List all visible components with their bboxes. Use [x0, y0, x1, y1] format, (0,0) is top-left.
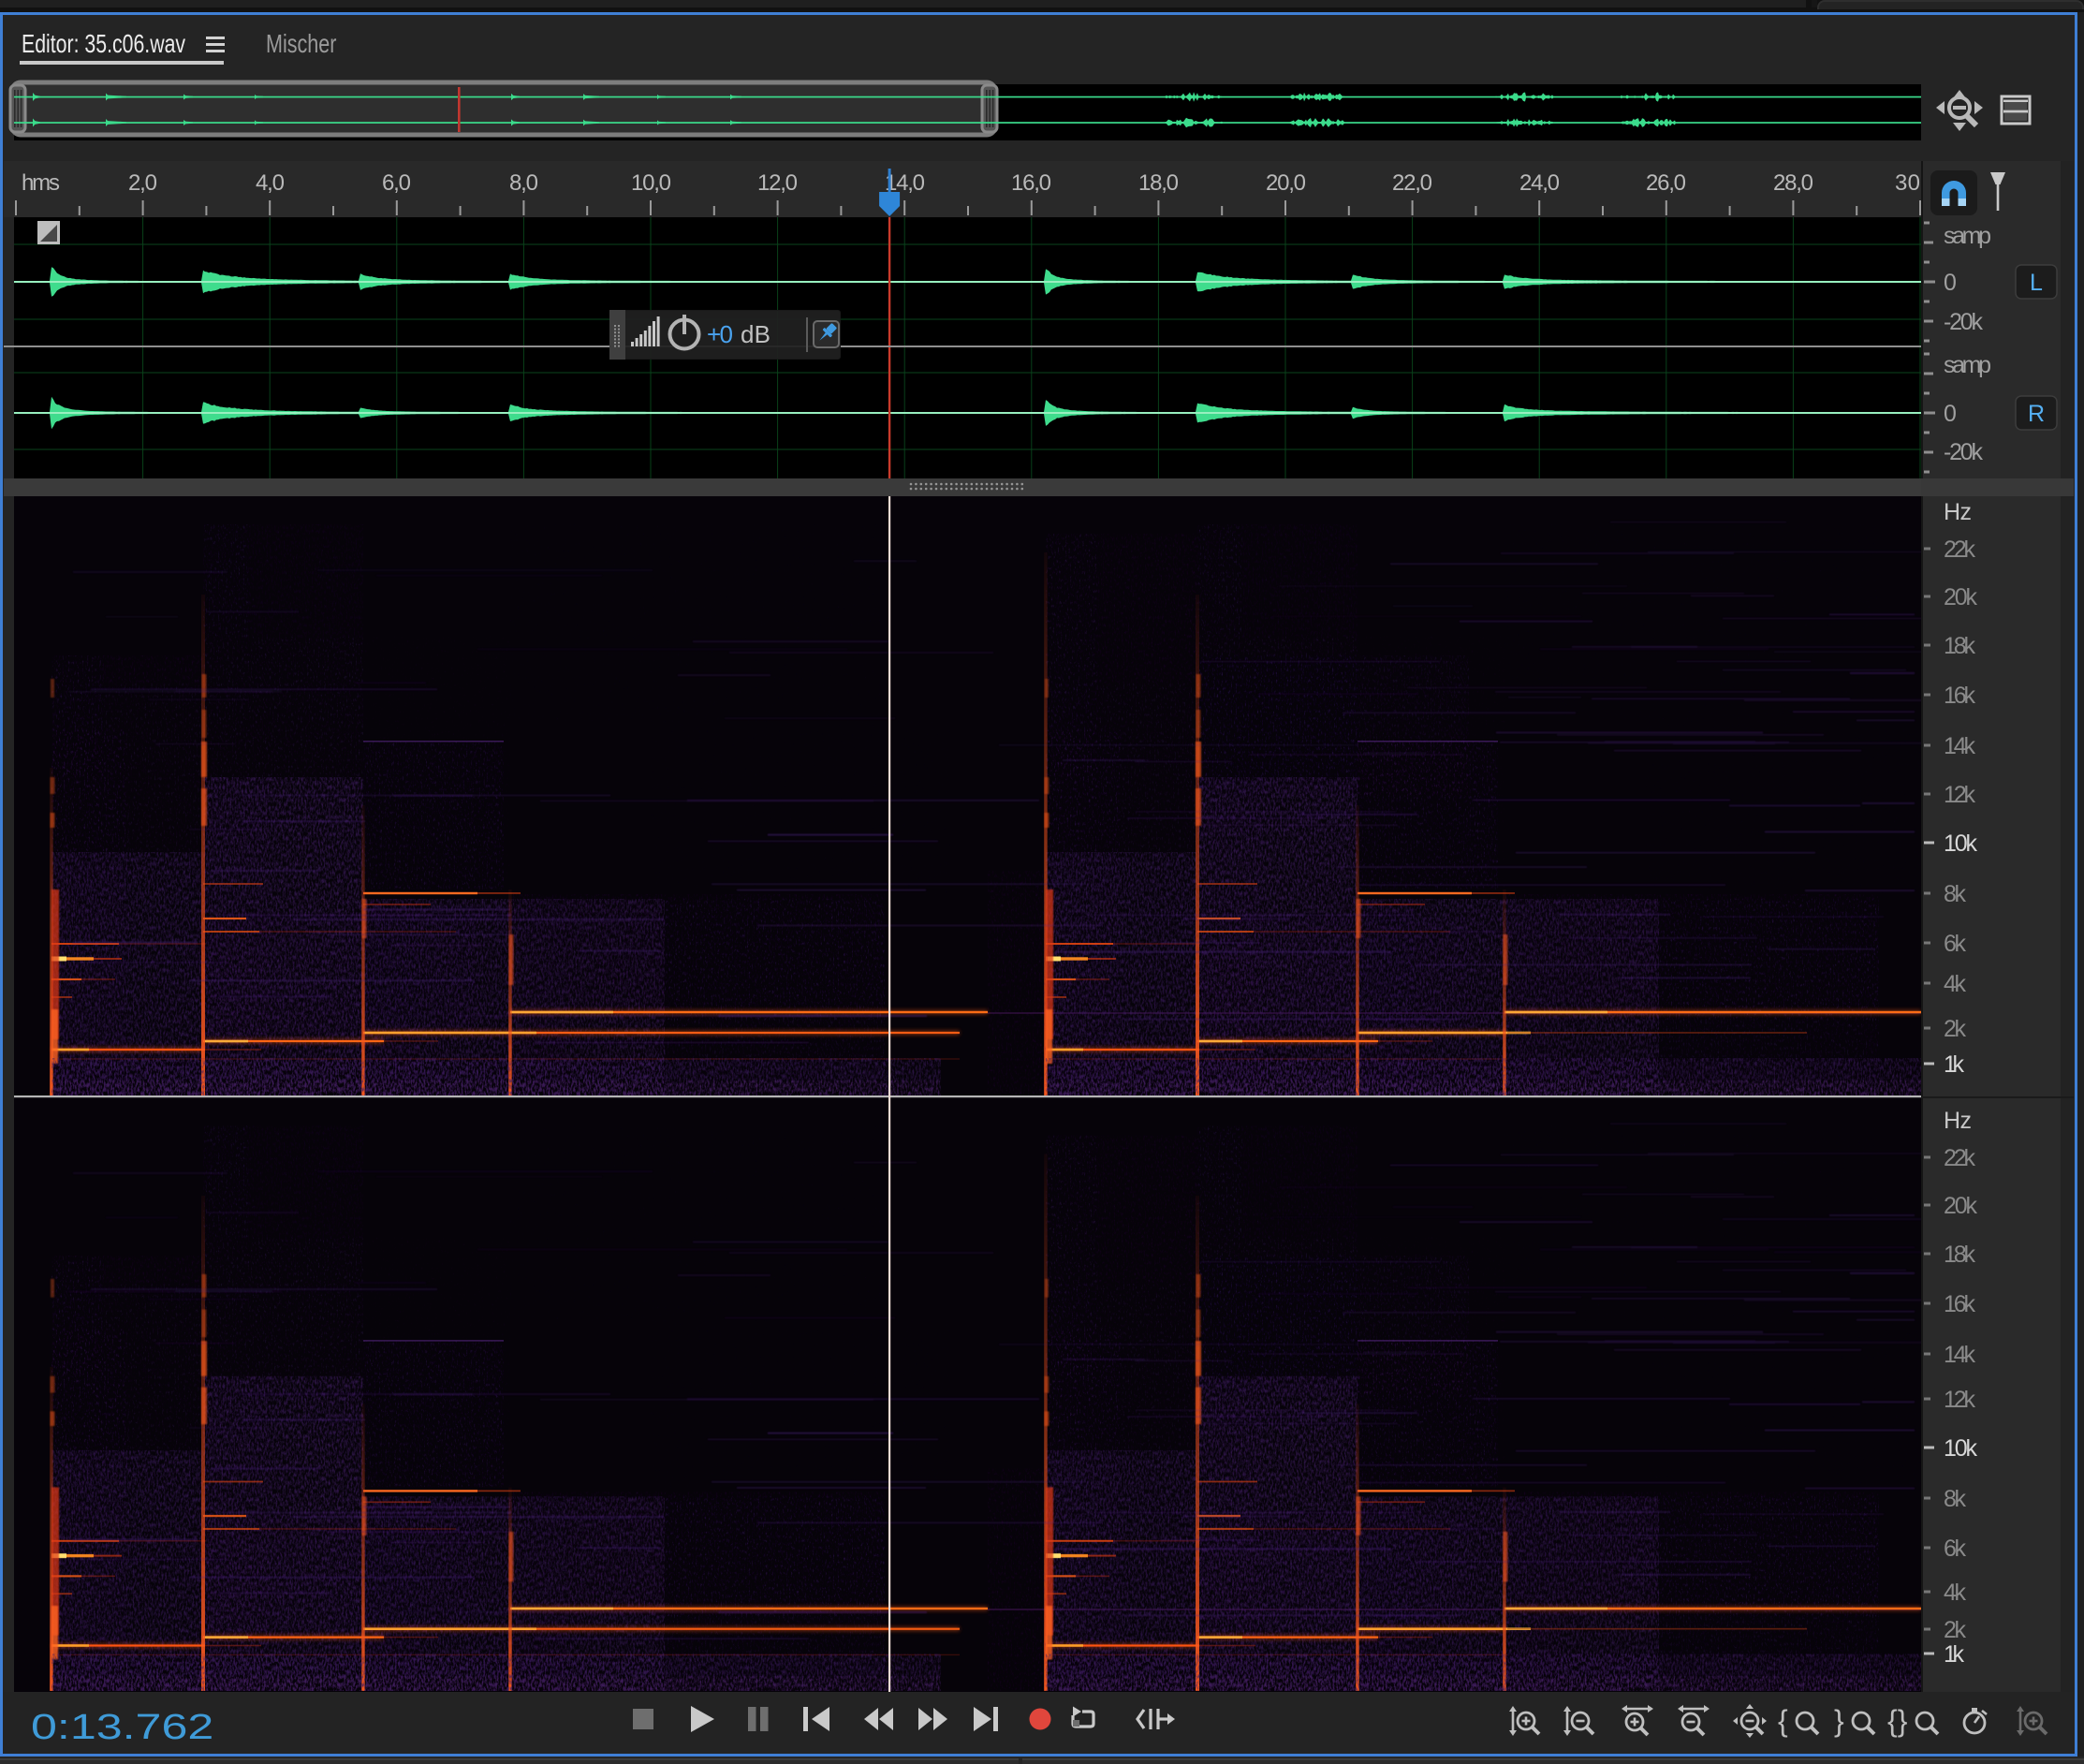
svg-text:R: R — [2028, 401, 2045, 427]
svg-text:16,0: 16,0 — [1011, 170, 1051, 196]
svg-text:30: 30 — [1895, 170, 1920, 196]
svg-text:1k: 1k — [1944, 1051, 1965, 1078]
svg-text:1k: 1k — [1944, 1641, 1965, 1668]
svg-text:20k: 20k — [1944, 1193, 1978, 1219]
svg-text:2,0: 2,0 — [128, 170, 157, 196]
svg-text:10,0: 10,0 — [631, 170, 671, 196]
svg-text:Hz: Hz — [1944, 1108, 1972, 1134]
svg-text:0: 0 — [1944, 401, 1957, 427]
svg-text:dB: dB — [741, 320, 770, 348]
svg-text:6,0: 6,0 — [382, 170, 411, 196]
svg-text:+0: +0 — [707, 320, 733, 348]
svg-text:22k: 22k — [1944, 537, 1976, 563]
svg-text:18k: 18k — [1944, 633, 1976, 659]
svg-text:10k: 10k — [1944, 1435, 1978, 1462]
svg-text:14k: 14k — [1944, 733, 1976, 759]
svg-text:4k: 4k — [1944, 1580, 1967, 1606]
svg-text:Hz: Hz — [1944, 499, 1972, 525]
svg-text:26,0: 26,0 — [1646, 170, 1686, 196]
svg-text:6k: 6k — [1944, 1536, 1967, 1562]
svg-text:24,0: 24,0 — [1519, 170, 1560, 196]
svg-text:12k: 12k — [1944, 1387, 1976, 1413]
svg-text:-20k: -20k — [1944, 439, 1984, 465]
svg-text:4,0: 4,0 — [256, 170, 285, 196]
svg-text:14k: 14k — [1944, 1342, 1976, 1368]
svg-text:8k: 8k — [1944, 1486, 1967, 1512]
svg-text:28,0: 28,0 — [1773, 170, 1813, 196]
svg-text:4k: 4k — [1944, 971, 1967, 997]
svg-text:8k: 8k — [1944, 881, 1967, 907]
svg-text:20k: 20k — [1944, 584, 1978, 610]
svg-text:{: { — [1778, 1704, 1788, 1738]
svg-text:2k: 2k — [1944, 1016, 1967, 1042]
svg-text:6k: 6k — [1944, 931, 1967, 957]
svg-text:12,0: 12,0 — [757, 170, 798, 196]
svg-text:10k: 10k — [1944, 831, 1978, 857]
svg-text:16k: 16k — [1944, 1291, 1976, 1317]
svg-text:samp: samp — [1944, 223, 1991, 249]
svg-text:2k: 2k — [1944, 1617, 1967, 1643]
svg-text:0: 0 — [1944, 270, 1957, 296]
svg-text:18,0: 18,0 — [1138, 170, 1179, 196]
svg-text:22k: 22k — [1944, 1145, 1976, 1171]
svg-text:{}: {} — [1887, 1704, 1908, 1738]
svg-text:12k: 12k — [1944, 782, 1976, 808]
svg-text:L: L — [2030, 270, 2043, 296]
svg-text:22,0: 22,0 — [1392, 170, 1432, 196]
svg-text:18k: 18k — [1944, 1242, 1976, 1268]
svg-text:samp: samp — [1944, 352, 1991, 378]
svg-text:-20k: -20k — [1944, 309, 1984, 335]
svg-text:16k: 16k — [1944, 683, 1976, 709]
svg-text:}: } — [1834, 1704, 1844, 1738]
svg-text:20,0: 20,0 — [1266, 170, 1306, 196]
svg-text:8,0: 8,0 — [509, 170, 538, 196]
svg-text:hms: hms — [22, 170, 60, 196]
